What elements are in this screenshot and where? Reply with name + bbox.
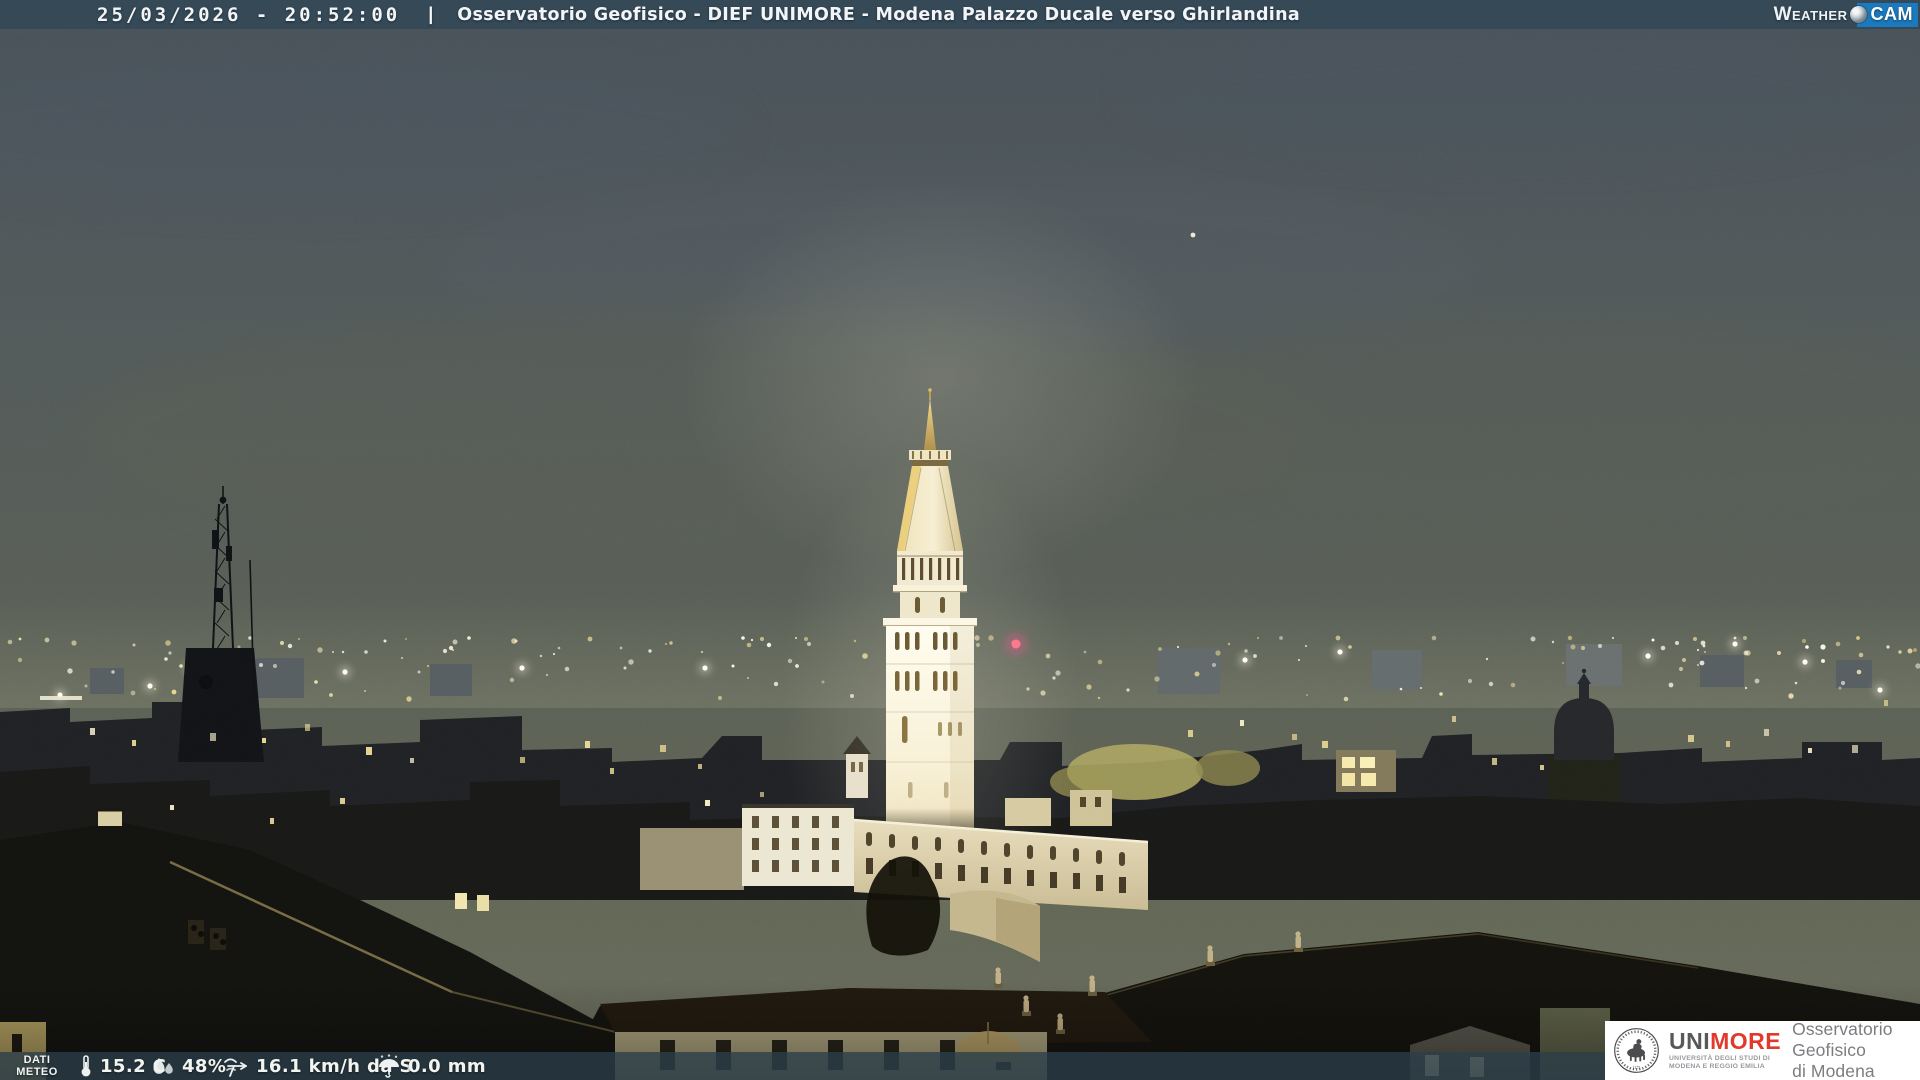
unimore-logo[interactable]: 1175 UNIMORE UNIVERSITÀ DEGLI STUDI DI M…	[1605, 1021, 1920, 1080]
webcam-frame: 25/03/2026 - 20:52:00 | Osservatorio Geo…	[0, 0, 1920, 1080]
rain-value: 0.0 mm	[408, 1056, 486, 1077]
university-name-line1: UNIVERSITÀ DEGLI STUDI DI	[1669, 1055, 1781, 1063]
unimore-wordmark: UNIMORE UNIVERSITÀ DEGLI STUDI DI MODENA…	[1669, 1030, 1781, 1072]
weathercam-logo[interactable]: Weather CAM	[1774, 0, 1918, 29]
wind-vane-icon	[222, 1054, 250, 1078]
rain-metric: 0.0 mm	[376, 1052, 486, 1080]
unimore-seal-icon: 1175	[1613, 1027, 1660, 1074]
umbrella-icon	[376, 1054, 402, 1078]
humidity-value: 48%	[182, 1056, 226, 1077]
camera-title: Osservatorio Geofisico - DIEF UNIMORE - …	[457, 5, 1300, 25]
webcam-scene	[0, 0, 1920, 1080]
humidity-icon	[150, 1054, 176, 1078]
weathercam-cam-word: CAM	[1871, 4, 1914, 25]
university-name-line2: MODENA E REGGIO EMILIA	[1669, 1063, 1781, 1071]
unimore-uni: UNI	[1669, 1028, 1710, 1054]
humidity-metric: 48%	[150, 1052, 226, 1080]
badge-line1: DATI	[10, 1054, 64, 1066]
sensor-grain	[0, 0, 1920, 1080]
svg-text:1175: 1175	[1633, 1065, 1641, 1070]
dati-meteo-badge: DATI METEO	[10, 1054, 64, 1078]
weathercam-word: Weather	[1774, 4, 1848, 26]
badge-line2: METEO	[10, 1066, 64, 1078]
camera-lens-icon	[1850, 6, 1867, 23]
observatory-name: Osservatorio Geofisico di Modena	[1792, 1019, 1920, 1080]
top-status-bar: 25/03/2026 - 20:52:00 | Osservatorio Geo…	[0, 0, 1920, 29]
timestamp: 25/03/2026 - 20:52:00	[97, 4, 400, 26]
thermometer-icon	[78, 1054, 94, 1078]
weathercam-cam-box: CAM	[1857, 3, 1919, 27]
unimore-more: MORE	[1710, 1028, 1781, 1054]
separator: |	[428, 4, 433, 25]
